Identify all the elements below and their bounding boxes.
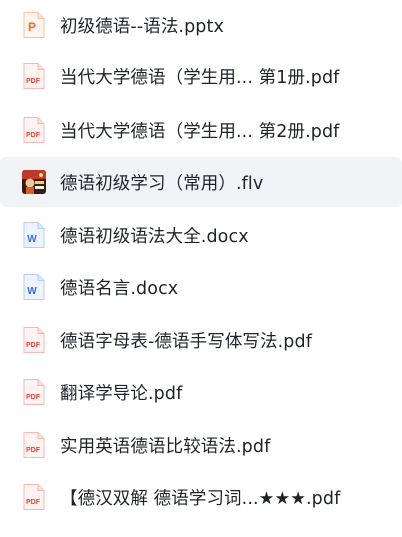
word-file-icon: W [23, 274, 45, 300]
file-name: 德语初级学习（常用）.flv [60, 173, 264, 194]
file-name: 初级德语--语法.pptx [60, 16, 224, 37]
pdf-file-icon: PDF [23, 63, 45, 89]
file-name: 德语名言.docx [60, 278, 179, 299]
pdf-file-icon: PDF [23, 432, 45, 458]
word-file-icon: W [23, 222, 45, 248]
svg-text:PDF: PDF [26, 499, 41, 506]
file-name: 当代大学德语（学生用... 第1册.pdf [60, 67, 340, 88]
pdf-file-icon: PDF [23, 379, 45, 405]
svg-text:PDF: PDF [26, 78, 41, 85]
file-row-flv[interactable]: 德语初级学习（常用）.flv [0, 157, 402, 207]
file-row-docx[interactable]: W 德语初级语法大全.docx [0, 210, 402, 260]
file-list: P 初级德语--语法.pptx PDF 当代大学德语（学生用... 第1册.pd… [0, 0, 402, 537]
svg-text:PDF: PDF [26, 132, 41, 139]
svg-text:P: P [28, 20, 36, 34]
pdf-file-icon: PDF [23, 327, 45, 353]
svg-text:PDF: PDF [26, 447, 41, 454]
file-row-docx[interactable]: W 德语名言.docx [0, 262, 402, 312]
file-row-pdf[interactable]: PDF 实用英语德语比较语法.pdf [0, 420, 402, 470]
file-row-pdf[interactable]: PDF 【德汉双解 德语学习词...★★★.pdf [0, 472, 402, 522]
pdf-file-icon: PDF [23, 484, 45, 510]
file-name: 德语字母表-德语手写体写法.pdf [60, 331, 312, 352]
file-name: 德语初级语法大全.docx [60, 226, 249, 247]
pdf-file-icon: PDF [23, 117, 45, 143]
file-name: 当代大学德语（学生用... 第2册.pdf [60, 121, 340, 142]
file-row-pdf[interactable]: PDF 当代大学德语（学生用... 第1册.pdf [0, 51, 402, 101]
svg-text:W: W [27, 234, 37, 245]
file-row-pdf[interactable]: PDF 德语字母表-德语手写体写法.pdf [0, 315, 402, 365]
file-row-pptx[interactable]: P 初级德语--语法.pptx [0, 0, 402, 50]
svg-text:PDF: PDF [26, 394, 41, 401]
file-name: 【德汉双解 德语学习词...★★★.pdf [60, 488, 341, 509]
video-thumbnail-icon [22, 170, 46, 194]
file-name: 翻译学导论.pdf [60, 383, 183, 404]
file-name: 实用英语德语比较语法.pdf [60, 436, 271, 457]
file-row-pdf[interactable]: PDF 翻译学导论.pdf [0, 367, 402, 417]
svg-text:W: W [27, 286, 37, 297]
pptx-file-icon: P [23, 12, 45, 38]
svg-text:PDF: PDF [26, 342, 41, 349]
file-row-pdf[interactable]: PDF 当代大学德语（学生用... 第2册.pdf [0, 105, 402, 155]
